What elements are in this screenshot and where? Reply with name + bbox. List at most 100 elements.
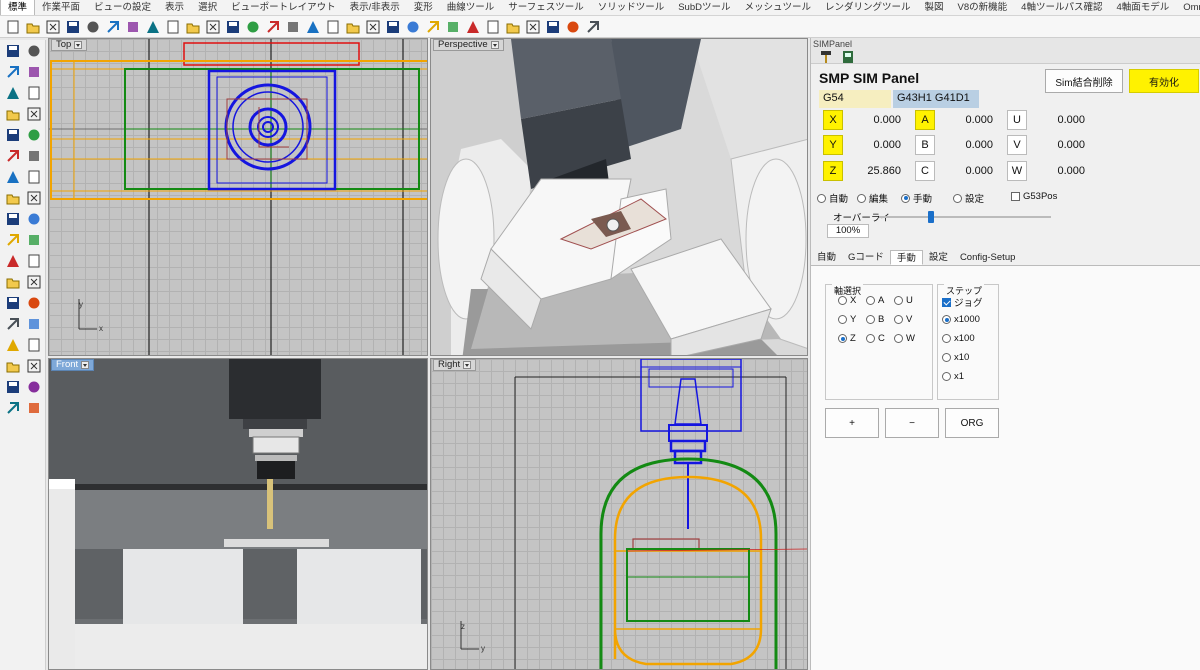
maximize-icon[interactable] xyxy=(44,18,62,36)
menu-tab[interactable]: ビューポートレイアウト xyxy=(224,0,343,15)
axis-radio-y[interactable]: Y xyxy=(838,314,856,325)
surface-icon[interactable] xyxy=(4,147,21,164)
dimension-icon[interactable] xyxy=(4,210,21,227)
menu-tab[interactable]: SubDツール xyxy=(671,0,737,15)
render-icon[interactable] xyxy=(4,399,21,416)
four-viewports-icon[interactable] xyxy=(324,18,342,36)
layer-icon[interactable] xyxy=(4,336,21,353)
analyze-icon[interactable] xyxy=(25,378,42,395)
axis-button-x[interactable]: X xyxy=(823,110,843,130)
copy-icon[interactable] xyxy=(25,273,42,290)
material-ball-icon[interactable] xyxy=(464,18,482,36)
mode-radio[interactable]: 編集 xyxy=(857,191,888,205)
axis-button-w[interactable]: W xyxy=(1007,161,1027,181)
save-icon[interactable] xyxy=(64,18,82,36)
box-solid-icon[interactable] xyxy=(4,168,21,185)
menu-tab[interactable]: 表示 xyxy=(158,0,191,15)
car-icon[interactable] xyxy=(344,18,362,36)
pen-icon[interactable] xyxy=(524,18,542,36)
menu-tab[interactable]: レンダリングツール xyxy=(818,0,918,15)
color-wheel-icon[interactable] xyxy=(444,18,462,36)
axis-radio-z[interactable]: Z xyxy=(838,333,856,344)
sim-tab[interactable]: Config-Setup xyxy=(954,250,1021,265)
zoom-selected-icon[interactable] xyxy=(304,18,322,36)
join-icon[interactable] xyxy=(4,252,21,269)
mode-radio[interactable]: 設定 xyxy=(953,191,984,205)
help-icon[interactable] xyxy=(584,18,602,36)
axis-button-y[interactable]: Y xyxy=(823,135,843,155)
chevron-down-icon[interactable] xyxy=(463,361,472,369)
sim-clear-button[interactable]: Sim結合削除 xyxy=(1045,69,1123,93)
axis-radio-w[interactable]: W xyxy=(894,333,915,344)
axis-radio-b[interactable]: B xyxy=(866,314,884,325)
explode-icon[interactable] xyxy=(25,252,42,269)
print-icon[interactable] xyxy=(84,18,102,36)
copy-icon[interactable] xyxy=(144,18,162,36)
axis-radio-a[interactable]: A xyxy=(866,295,884,306)
sim-tab[interactable]: Gコード xyxy=(842,250,890,265)
jog-checkbox[interactable]: ジョグ xyxy=(942,295,983,309)
sim-tab[interactable]: 自動 xyxy=(811,250,842,265)
cut-icon[interactable] xyxy=(124,18,142,36)
layer-icon[interactable] xyxy=(424,18,442,36)
menu-tab[interactable]: 変形 xyxy=(407,0,440,15)
chevron-down-icon[interactable] xyxy=(490,41,499,49)
axis-radio-u[interactable]: U xyxy=(894,295,913,306)
jog-plus-button[interactable]: + xyxy=(825,408,879,438)
text-icon[interactable] xyxy=(25,210,42,227)
step-radio[interactable]: x10 xyxy=(942,352,969,363)
step-radio[interactable]: x1 xyxy=(942,371,964,382)
machine-icon[interactable] xyxy=(839,48,857,66)
override-slider-track[interactable] xyxy=(879,211,1051,223)
polyline-icon[interactable] xyxy=(4,63,21,80)
gear-icon[interactable] xyxy=(564,18,582,36)
menu-tab[interactable]: サーフェスツール xyxy=(501,0,590,15)
viewport-title-perspective[interactable]: Perspective xyxy=(433,39,504,51)
polygon-icon[interactable] xyxy=(4,126,21,143)
menu-tab[interactable]: 製図 xyxy=(918,0,951,15)
sim-tab[interactable]: 手動 xyxy=(889,250,923,265)
trim-icon[interactable] xyxy=(4,231,21,248)
group-icon[interactable] xyxy=(4,357,21,374)
properties-icon[interactable] xyxy=(25,336,42,353)
rectangle-icon[interactable] xyxy=(25,105,42,122)
axis-button-b[interactable]: B xyxy=(915,135,935,155)
top-viewport[interactable]: Top y x xyxy=(48,38,428,356)
axis-radio-v[interactable]: V xyxy=(894,314,912,325)
chevron-down-icon[interactable] xyxy=(81,361,90,369)
axis-button-c[interactable]: C xyxy=(915,161,935,181)
step-radio[interactable]: x100 xyxy=(942,333,975,344)
axis-radio-c[interactable]: C xyxy=(866,333,885,344)
menu-tab[interactable]: 4軸ツールパス確認 xyxy=(1014,0,1109,15)
menu-tab[interactable]: ビューの設定 xyxy=(87,0,158,15)
viewport-title-front[interactable]: Front xyxy=(51,359,95,371)
split-icon[interactable] xyxy=(25,231,42,248)
axis-button-z[interactable]: Z xyxy=(823,161,843,181)
override-slider-thumb[interactable] xyxy=(927,211,934,223)
lock-icon[interactable] xyxy=(404,18,422,36)
point-icon[interactable] xyxy=(25,42,42,59)
chevron-down-icon[interactable] xyxy=(74,41,83,49)
extrude-icon[interactable] xyxy=(25,147,42,164)
open-file-icon[interactable] xyxy=(24,18,42,36)
menu-tab[interactable]: 4軸面モデル xyxy=(1109,0,1176,15)
jog-minus-button[interactable]: − xyxy=(885,408,939,438)
axis-radio-x[interactable]: X xyxy=(838,295,856,306)
menu-tab[interactable]: メッシュツール xyxy=(737,0,818,15)
enable-button[interactable]: 有効化 xyxy=(1129,69,1199,93)
zoom-icon[interactable] xyxy=(244,18,262,36)
menu-tab[interactable]: 曲線ツール xyxy=(440,0,502,15)
g53pos-checkbox[interactable]: G53Pos xyxy=(1011,191,1057,202)
hammer-icon[interactable] xyxy=(817,48,835,66)
curve-icon[interactable] xyxy=(25,63,42,80)
mode-radio[interactable]: 手動 xyxy=(901,191,932,205)
sim-tab[interactable]: 設定 xyxy=(923,250,954,265)
axis-button-v[interactable]: V xyxy=(1007,135,1027,155)
import-icon[interactable] xyxy=(104,18,122,36)
front-viewport[interactable]: Front xyxy=(48,358,428,670)
undo-icon[interactable] xyxy=(184,18,202,36)
mirror-icon[interactable] xyxy=(25,315,42,332)
menu-tab[interactable]: ソリッドツール xyxy=(591,0,672,15)
paint-icon[interactable] xyxy=(25,399,42,416)
render-sphere-icon[interactable] xyxy=(484,18,502,36)
